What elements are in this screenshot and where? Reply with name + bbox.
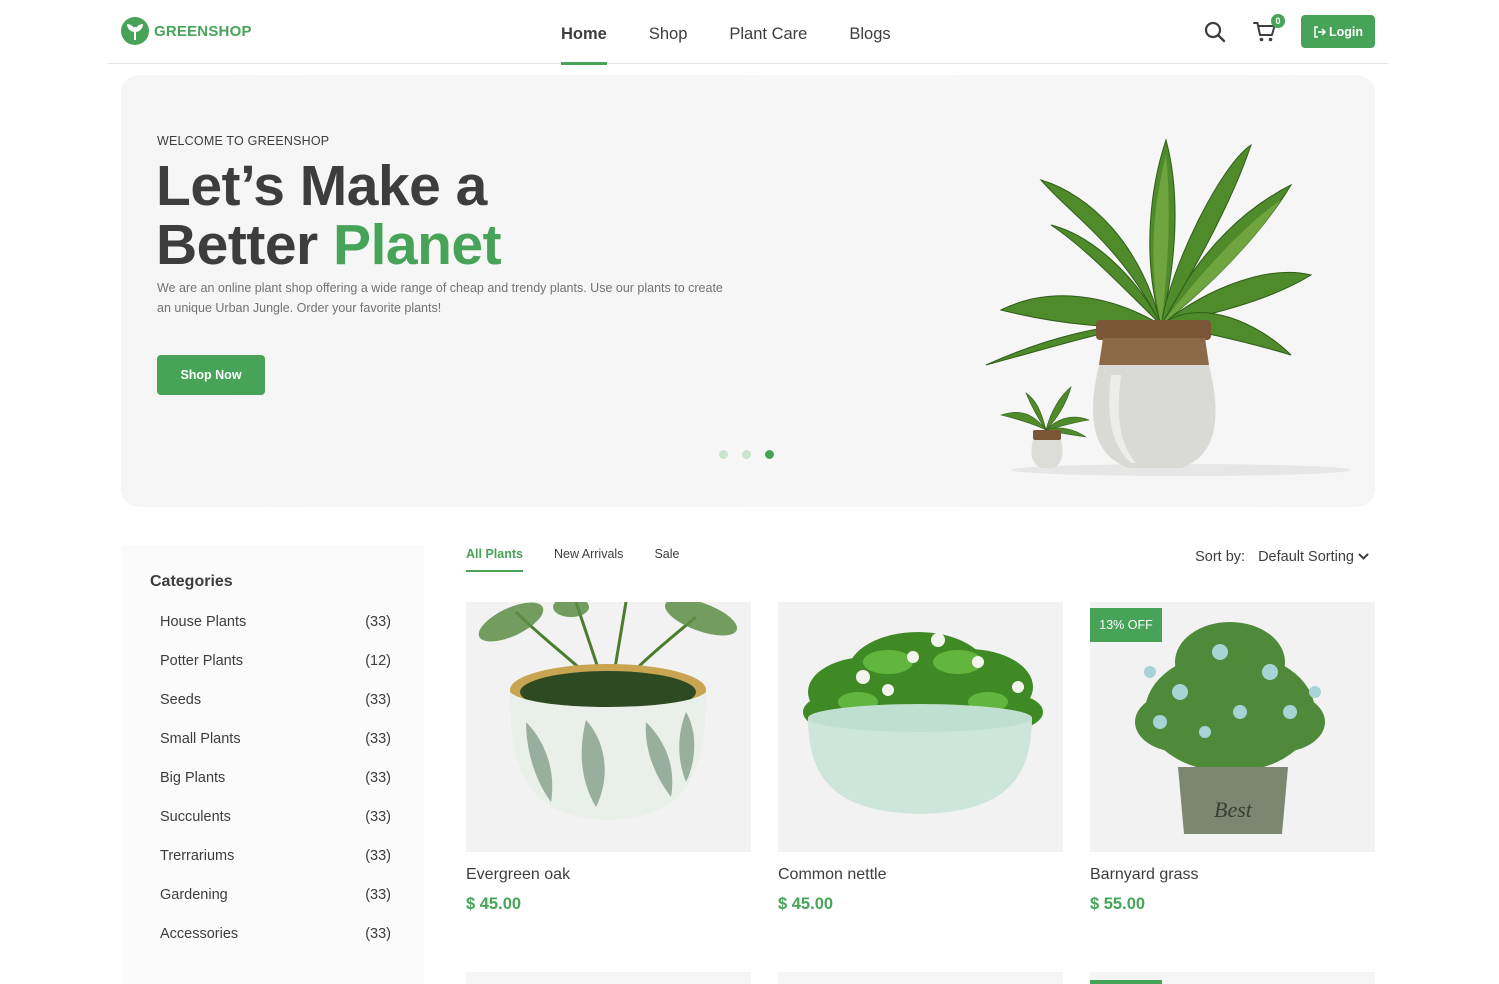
hero-plant-image bbox=[985, 138, 1351, 476]
site-header: GREENSHOP Home Shop Plant Care Blogs 0 L… bbox=[108, 0, 1388, 65]
nav-blogs[interactable]: Blogs bbox=[849, 0, 890, 64]
product-price: $ 45.00 bbox=[778, 895, 834, 913]
slider-dot-3[interactable] bbox=[765, 450, 774, 459]
search-icon bbox=[1204, 21, 1226, 42]
category-count: (33) bbox=[365, 809, 391, 825]
search-button[interactable] bbox=[1201, 18, 1229, 46]
product-card[interactable]: Best 13% OFF Barnyard grass $ 55.00 bbox=[1090, 602, 1375, 914]
category-name: Accessories bbox=[160, 926, 239, 942]
hero-banner: WELCOME TO GREENSHOP Let’s Make a Better… bbox=[121, 75, 1375, 507]
product-price: $ 55.00 bbox=[1090, 895, 1146, 913]
nav-home[interactable]: Home bbox=[561, 0, 607, 65]
product-card[interactable]: Evergreen oak $ 45.00 bbox=[466, 602, 751, 914]
product-card-next bbox=[778, 972, 1063, 984]
product-card[interactable]: Common nettle $ 45.00 bbox=[778, 602, 1063, 914]
category-name: Seeds bbox=[160, 692, 202, 708]
category-item[interactable]: House Plants (33) bbox=[160, 613, 391, 652]
category-item[interactable]: Seeds (33) bbox=[160, 691, 391, 730]
nav-shop[interactable]: Shop bbox=[649, 0, 688, 64]
sort-label: Sort by: bbox=[1195, 549, 1246, 565]
category-count: (33) bbox=[365, 731, 391, 747]
product-image[interactable] bbox=[778, 602, 1063, 852]
potted-plant-image bbox=[466, 602, 751, 852]
category-name: Potter Plants bbox=[160, 653, 244, 669]
tab-new-arrivals[interactable]: New Arrivals bbox=[554, 547, 623, 572]
category-count: (33) bbox=[365, 848, 391, 864]
category-count: (33) bbox=[365, 614, 391, 630]
slider-dot-1[interactable] bbox=[719, 450, 728, 459]
product-card-next bbox=[466, 972, 751, 984]
sort-control: Sort by: Default Sorting bbox=[1195, 549, 1369, 565]
category-count: (33) bbox=[365, 770, 391, 786]
brand-name: GREENSHOP bbox=[154, 22, 252, 40]
category-count: (33) bbox=[365, 926, 391, 942]
product-name[interactable]: Barnyard grass bbox=[1090, 866, 1375, 884]
category-name: House Plants bbox=[160, 614, 247, 630]
product-card-next bbox=[1090, 972, 1375, 984]
categories-sidebar: Categories House Plants (33) Potter Plant… bbox=[121, 545, 424, 984]
categories-title: Categories bbox=[150, 573, 233, 590]
category-item[interactable]: Big Plants (33) bbox=[160, 769, 391, 808]
discount-badge-edge bbox=[1090, 980, 1162, 984]
category-count: (33) bbox=[365, 887, 391, 903]
category-item[interactable]: Small Plants (33) bbox=[160, 730, 391, 769]
cart-button[interactable]: 0 bbox=[1251, 13, 1285, 46]
category-item[interactable]: Succulents (33) bbox=[160, 808, 391, 847]
main-nav: Home Shop Plant Care Blogs bbox=[561, 0, 891, 65]
category-name: Gardening bbox=[160, 887, 228, 903]
hero-title-accent: Planet bbox=[333, 213, 502, 277]
category-item[interactable]: Gardening (33) bbox=[160, 886, 391, 925]
login-icon bbox=[1314, 25, 1327, 38]
discount-badge: 13% OFF bbox=[1090, 608, 1162, 642]
sort-dropdown[interactable]: Default Sorting bbox=[1258, 549, 1369, 565]
category-count: (33) bbox=[365, 692, 391, 708]
leaf-logo-icon bbox=[121, 17, 149, 45]
category-item[interactable]: Trerrariums (33) bbox=[160, 847, 391, 886]
sort-value: Default Sorting bbox=[1258, 549, 1354, 565]
login-label: Login bbox=[1328, 24, 1363, 39]
hero-title-line1: Let’s Make a bbox=[156, 154, 487, 218]
product-tabs: All Plants New Arrivals Sale bbox=[466, 547, 679, 572]
product-name[interactable]: Common nettle bbox=[778, 866, 1063, 884]
nav-plant-care[interactable]: Plant Care bbox=[729, 0, 807, 64]
pot-logo-text: Best bbox=[1214, 797, 1253, 822]
cart-count-badge: 0 bbox=[1271, 13, 1285, 28]
category-name: Small Plants bbox=[160, 731, 241, 747]
product-price: $ 45.00 bbox=[466, 895, 522, 913]
category-list: House Plants (33) Potter Plants (12) Seeds… bbox=[160, 613, 391, 964]
hero-kicker: WELCOME TO GREENSHOP bbox=[157, 134, 330, 148]
product-image[interactable] bbox=[466, 602, 751, 852]
header-actions: 0 Login bbox=[1201, 13, 1375, 48]
category-name: Succulents bbox=[160, 809, 231, 825]
potted-plant-image bbox=[778, 602, 1063, 852]
product-image[interactable]: Best 13% OFF bbox=[1090, 602, 1375, 852]
slider-dot-2[interactable] bbox=[742, 450, 751, 459]
category-count: (12) bbox=[365, 653, 391, 669]
slider-dots bbox=[719, 450, 774, 459]
tab-sale[interactable]: Sale bbox=[654, 547, 679, 572]
logo[interactable]: GREENSHOP bbox=[120, 16, 252, 46]
tab-all-plants[interactable]: All Plants bbox=[466, 547, 523, 572]
hero-title: Let’s Make a Better Planet bbox=[156, 154, 502, 277]
hero-title-plain: Better bbox=[156, 213, 334, 277]
category-name: Big Plants bbox=[160, 770, 226, 786]
category-item[interactable]: Potter Plants (12) bbox=[160, 652, 391, 691]
hero-title-line2: Better Planet bbox=[156, 213, 502, 277]
shop-now-button[interactable]: Shop Now bbox=[157, 355, 265, 395]
chevron-down-icon bbox=[1358, 553, 1369, 560]
product-name[interactable]: Evergreen oak bbox=[466, 866, 751, 884]
category-name: Trerrariums bbox=[160, 848, 235, 864]
hero-description: We are an online plant shop offering a w… bbox=[157, 281, 723, 315]
category-item[interactable]: Accessories (33) bbox=[160, 925, 391, 964]
login-button[interactable]: Login bbox=[1301, 15, 1375, 48]
